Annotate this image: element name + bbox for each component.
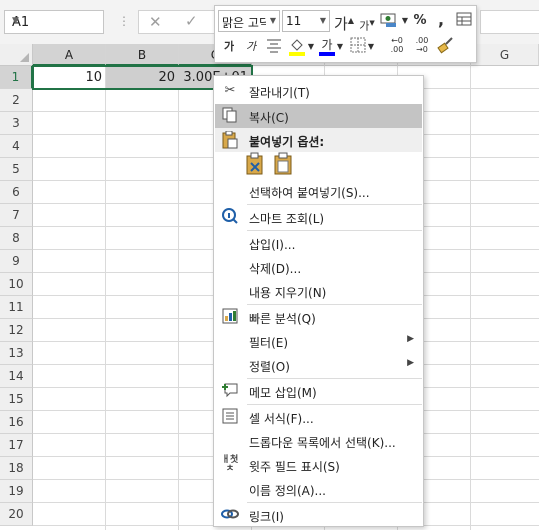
menu-item-sort[interactable]: 정렬(O) ▶ bbox=[215, 353, 422, 377]
formula-bar-grip-icon: ⋮ bbox=[118, 14, 130, 28]
comma-style-button[interactable]: , bbox=[434, 10, 448, 30]
comment-plus-icon bbox=[221, 382, 239, 400]
font-size-value: 11 bbox=[286, 14, 302, 28]
menu-item-format-cells[interactable]: 셀 서식(F)... bbox=[215, 405, 422, 429]
row-header[interactable]: 3 bbox=[0, 112, 33, 135]
menu-item-filter[interactable]: 필터(E) ▶ bbox=[215, 329, 422, 353]
chevron-right-icon: ▶ bbox=[407, 334, 414, 344]
borders-button[interactable] bbox=[349, 37, 367, 57]
accounting-format-button[interactable] bbox=[378, 11, 400, 31]
font-name-combo[interactable]: 맑은 고딕 ▼ bbox=[218, 10, 280, 32]
chevron-down-icon[interactable]: ▼ bbox=[320, 16, 326, 25]
row-header[interactable]: 20 bbox=[0, 503, 33, 526]
link-icon bbox=[221, 506, 239, 524]
menu-item-cut[interactable]: ✂ 잘라내기(T) bbox=[215, 79, 422, 103]
chevron-right-icon: ▶ bbox=[407, 358, 414, 368]
menu-item-paste-special[interactable]: 선택하여 붙여넣기(S)... bbox=[215, 179, 422, 203]
menu-item-link[interactable]: 링크(I) bbox=[215, 503, 422, 527]
format-painter-icon bbox=[437, 37, 453, 54]
row-header[interactable]: 7 bbox=[0, 204, 33, 227]
formula-buttons: ✕ ✓ bbox=[138, 10, 218, 34]
row-header[interactable]: 9 bbox=[0, 250, 33, 273]
row-header[interactable]: 16 bbox=[0, 411, 33, 434]
italic-button[interactable]: 가 bbox=[243, 37, 259, 57]
chevron-down-icon[interactable]: ▼ bbox=[307, 37, 315, 57]
percent-style-button[interactable]: % bbox=[412, 11, 428, 31]
menu-item-paste-options: 붙여넣기 옵션: bbox=[215, 128, 422, 152]
font-color-glyph: 가 bbox=[321, 38, 333, 52]
align-center-icon bbox=[267, 39, 281, 53]
row-header[interactable]: 19 bbox=[0, 480, 33, 503]
menu-item-insert-comment[interactable]: 메모 삽입(M) bbox=[215, 379, 422, 403]
row-header[interactable]: 2 bbox=[0, 89, 33, 112]
increase-decimal-button[interactable]: ←0 .00 bbox=[386, 36, 408, 56]
align-center-button[interactable] bbox=[265, 37, 283, 57]
decrease-decimal-button[interactable]: .00 →0 bbox=[411, 36, 433, 56]
name-box[interactable]: A1 ▼ bbox=[4, 10, 104, 34]
copy-icon bbox=[221, 107, 239, 125]
row-header[interactable]: 11 bbox=[0, 296, 33, 319]
row-header[interactable]: 8 bbox=[0, 227, 33, 250]
grow-font-button[interactable]: 가▲ bbox=[334, 11, 354, 33]
row-header[interactable]: 13 bbox=[0, 342, 33, 365]
row-header[interactable]: 14 bbox=[0, 365, 33, 388]
menu-item-smart-lookup[interactable]: 스마트 조회(L) bbox=[215, 205, 422, 229]
row-header[interactable]: 4 bbox=[0, 135, 33, 158]
menu-item-delete[interactable]: 삭제(D)... bbox=[215, 255, 422, 279]
shrink-font-icon: 가 bbox=[359, 19, 370, 33]
row-header[interactable]: 1 bbox=[0, 66, 33, 89]
menu-item-pick-from-list[interactable]: 드롭다운 목록에서 선택(K)... bbox=[215, 429, 422, 453]
mini-toolbar: 맑은 고딕 ▼ 11 ▼ 가▲ 가▼ ▼ % , 가 가 ▼ 가 ▼ ▼ ←0 … bbox=[214, 5, 477, 63]
formula-input[interactable] bbox=[480, 10, 539, 34]
column-header-b[interactable]: B bbox=[106, 44, 179, 66]
menu-item-copy[interactable]: 복사(C) bbox=[215, 104, 422, 128]
row-header[interactable]: 6 bbox=[0, 181, 33, 204]
format-table-button[interactable] bbox=[455, 11, 473, 31]
chevron-down-icon[interactable]: ▼ bbox=[367, 37, 375, 57]
font-color-button[interactable]: 가 bbox=[319, 35, 335, 56]
row-header[interactable]: 12 bbox=[0, 319, 33, 342]
context-menu: ✂ 잘라내기(T) 복사(C) 붙여넣기 옵션: 선택하여 붙여넣기(S)...… bbox=[213, 75, 424, 527]
shrink-font-button[interactable]: 가▼ bbox=[357, 13, 377, 33]
row-header[interactable]: 18 bbox=[0, 457, 33, 480]
font-name-value: 맑은 고딕 bbox=[222, 16, 266, 30]
quick-analysis-icon bbox=[221, 308, 239, 326]
scissors-icon: ✂ bbox=[224, 83, 236, 98]
row-header[interactable]: 10 bbox=[0, 273, 33, 296]
chevron-down-icon[interactable]: ▼ bbox=[270, 16, 276, 25]
row-header[interactable]: 5 bbox=[0, 158, 33, 181]
chevron-down-icon[interactable]: ▼ bbox=[401, 11, 409, 31]
paint-bucket-icon bbox=[289, 39, 305, 56]
column-header-g[interactable]: G bbox=[471, 44, 539, 66]
paste-clipboard-icon bbox=[221, 130, 239, 149]
menu-item-define-name[interactable]: 이름 정의(A)... bbox=[215, 477, 422, 501]
cancel-icon[interactable]: ✕ bbox=[149, 13, 162, 31]
chevron-down-icon[interactable]: ▼ bbox=[336, 37, 344, 57]
grow-font-icon: 가 bbox=[334, 15, 348, 33]
column-header-a[interactable]: A bbox=[33, 44, 106, 66]
row-header[interactable]: 15 bbox=[0, 388, 33, 411]
menu-item-quick-analysis[interactable]: 빠른 분석(Q) bbox=[215, 305, 422, 329]
chevron-down-icon[interactable]: ▼ bbox=[12, 16, 97, 26]
row-header[interactable]: 17 bbox=[0, 434, 33, 457]
borders-icon bbox=[350, 37, 366, 53]
accounting-icon bbox=[380, 13, 396, 27]
font-color-swatch bbox=[319, 52, 335, 56]
table-grid-icon bbox=[456, 12, 472, 26]
menu-item-insert[interactable]: 삽입(I)... bbox=[215, 231, 422, 255]
menu-item-phonetic-field[interactable]: ㅐ첫 ㅊ 윗주 필드 표시(S) bbox=[215, 453, 422, 477]
menu-item-clear-contents[interactable]: 내용 지우기(N) bbox=[215, 279, 422, 303]
format-painter-button[interactable] bbox=[436, 36, 456, 56]
bold-button[interactable]: 가 bbox=[221, 37, 237, 57]
paste-default-icon[interactable] bbox=[273, 152, 297, 176]
paste-keep-source-icon[interactable] bbox=[245, 152, 269, 176]
enter-icon[interactable]: ✓ bbox=[185, 12, 198, 30]
smart-lookup-icon bbox=[221, 208, 239, 226]
select-all-button[interactable] bbox=[0, 44, 33, 66]
phonetic-icon: ㅐ첫 ㅊ bbox=[221, 455, 239, 474]
fill-color-button[interactable] bbox=[287, 36, 307, 56]
format-cells-icon bbox=[221, 408, 239, 426]
font-size-combo[interactable]: 11 ▼ bbox=[282, 10, 330, 32]
